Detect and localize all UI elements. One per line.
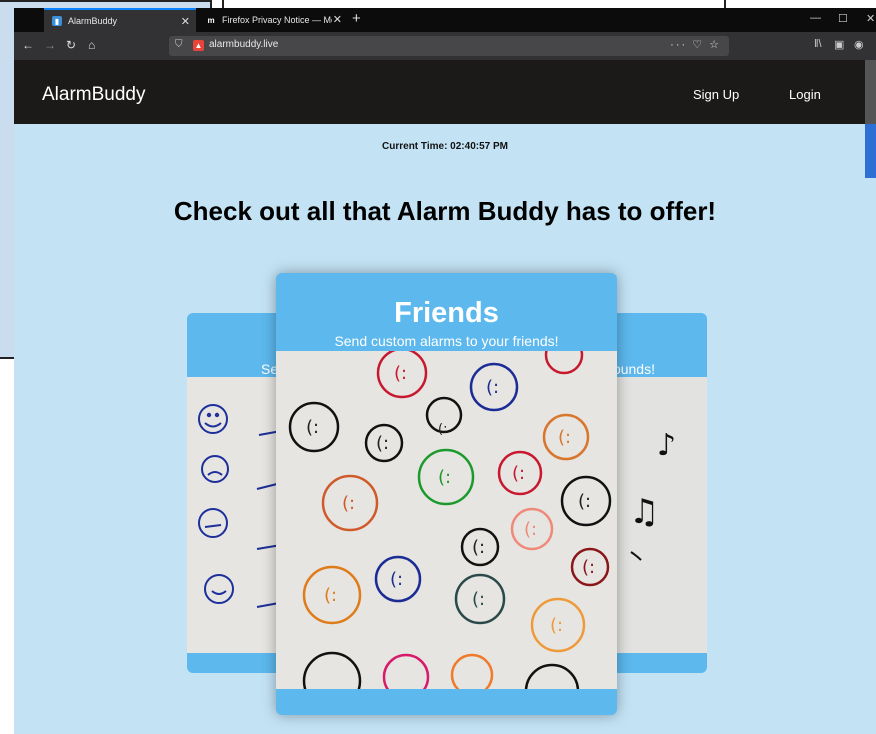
- svg-text:(:: (:: [558, 427, 571, 448]
- url-text[interactable]: alarmbuddy.live: [209, 39, 278, 50]
- back-icon[interactable]: ←: [22, 38, 34, 52]
- page-actions-icon[interactable]: ··· ♡ ☆: [670, 38, 721, 51]
- close-tab-icon[interactable]: ✕: [333, 13, 342, 26]
- svg-text:♫: ♫: [629, 492, 659, 532]
- svg-text:(:: (:: [438, 422, 447, 437]
- svg-text:(:: (:: [394, 363, 407, 384]
- svg-text:(:: (:: [578, 491, 591, 512]
- reload-icon[interactable]: ↻: [66, 38, 76, 52]
- library-icon[interactable]: ‖\: [814, 38, 822, 50]
- svg-text:(:: (:: [324, 585, 337, 606]
- new-tab-icon[interactable]: +: [352, 10, 361, 27]
- svg-text:(:: (:: [376, 433, 389, 454]
- card-title: Friends: [394, 297, 499, 329]
- svg-text:(:: (:: [472, 537, 485, 558]
- home-icon[interactable]: ⌂: [88, 38, 95, 52]
- browser-window: ▮ AlarmBuddy ✕ m Firefox Privacy Notice …: [14, 8, 876, 734]
- svg-text:(:: (:: [486, 377, 499, 398]
- browser-toolbar: ← → ↻ ⌂ ⛉ ▲ alarmbuddy.live ··· ♡ ☆ ‖\ ▣…: [14, 32, 876, 60]
- tab-title: Firefox Privacy Notice — Mozil: [222, 15, 332, 25]
- site-navbar: AlarmBuddy Sign Up Login: [14, 60, 876, 124]
- login-link[interactable]: Login: [789, 87, 821, 102]
- signup-link[interactable]: Sign Up: [693, 87, 739, 102]
- url-bar[interactable]: ⛉ ▲ alarmbuddy.live ··· ♡ ☆: [169, 36, 729, 56]
- sidebar-icon[interactable]: ▣: [834, 38, 844, 51]
- carousel-card-friends[interactable]: Friends Send custom alarms to your frien…: [276, 273, 617, 715]
- tab-title: AlarmBuddy: [68, 16, 118, 26]
- alarmbuddy-favicon: ▮: [52, 16, 62, 26]
- svg-text:(:: (:: [438, 467, 451, 488]
- card-subtitle: Send custom alarms to your friends!: [334, 333, 559, 349]
- close-tab-icon[interactable]: ✕: [181, 15, 190, 28]
- tab-bar: ▮ AlarmBuddy ✕ m Firefox Privacy Notice …: [14, 8, 876, 32]
- svg-text:(:: (:: [524, 519, 537, 540]
- forward-icon[interactable]: →: [44, 38, 56, 52]
- maximize-icon[interactable]: ☐: [838, 12, 848, 25]
- svg-text:(:: (:: [390, 569, 403, 590]
- site-brand[interactable]: AlarmBuddy: [42, 84, 146, 106]
- card-image-smiley-faces: (: (: (: (: (: (: (: (: (: (: (: (: (: (…: [276, 351, 617, 689]
- page-headline: Check out all that Alarm Buddy has to of…: [173, 196, 717, 226]
- svg-text:(:: (:: [342, 493, 355, 514]
- svg-text:(:: (:: [306, 417, 319, 438]
- tab-firefox-privacy[interactable]: m Firefox Privacy Notice — Mozil ✕: [198, 8, 348, 32]
- scrollbar-track[interactable]: [865, 60, 876, 124]
- tab-alarmbuddy[interactable]: ▮ AlarmBuddy ✕: [44, 8, 196, 32]
- account-icon[interactable]: ◉: [854, 38, 864, 51]
- window-close-icon[interactable]: ✕: [866, 12, 875, 25]
- svg-text:(:: (:: [582, 557, 595, 578]
- current-time: Current Time: 02:40:57 PM: [382, 141, 508, 152]
- tracking-shield-icon[interactable]: ⛉: [175, 39, 183, 50]
- svg-text:♪: ♪: [657, 428, 676, 463]
- svg-text:(:: (:: [550, 615, 563, 636]
- minimize-icon[interactable]: —: [810, 12, 821, 24]
- mozilla-favicon: m: [207, 15, 215, 25]
- svg-text:(:: (:: [512, 463, 525, 484]
- svg-text:(:: (:: [472, 589, 485, 610]
- site-favicon: ▲: [193, 40, 204, 51]
